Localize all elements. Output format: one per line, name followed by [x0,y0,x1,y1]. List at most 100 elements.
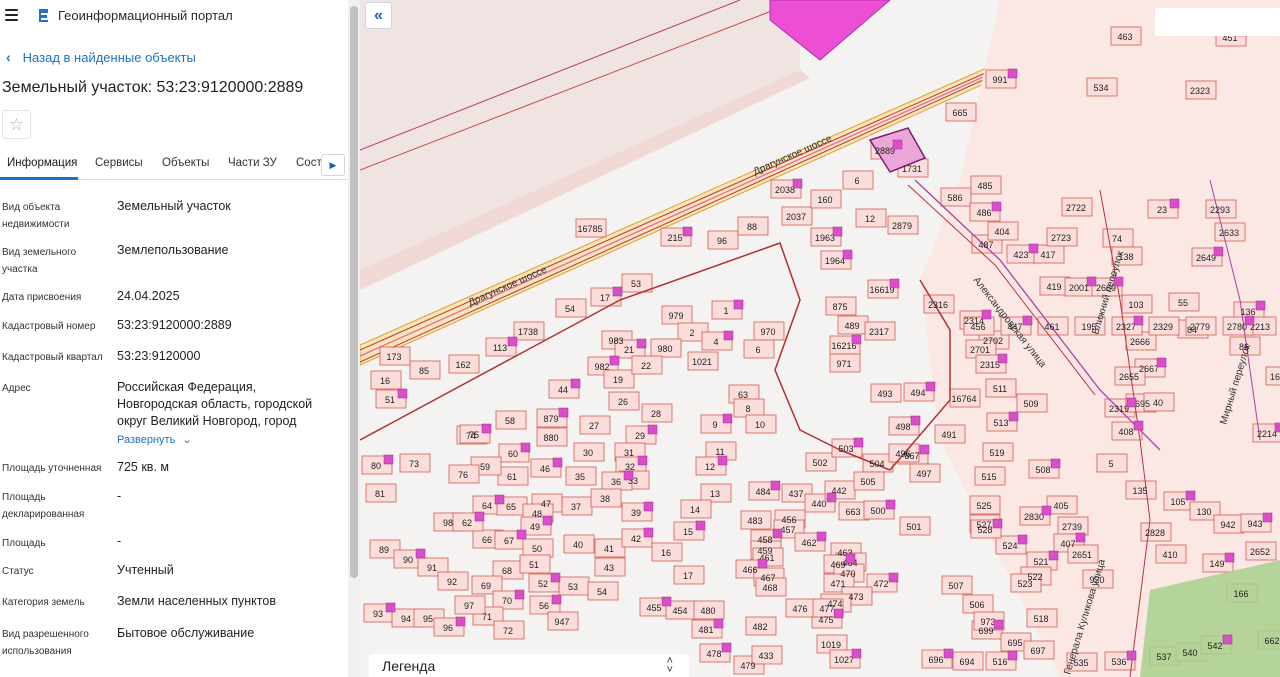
parcel-number-label: 534 [1093,83,1108,93]
parcel-number-label: 44 [558,385,568,395]
parcel-number-label: 493 [877,389,892,399]
parcel-number-label: 2327 [1116,322,1136,332]
tab-composition[interactable]: Соста... [296,157,324,169]
parcel-number-label: 60 [508,449,518,459]
address-expand-link[interactable]: Развернуть ⌄ [117,433,192,446]
panel-scrollbar[interactable] [348,0,360,677]
parcel-number-label: 943 [1247,519,1262,529]
parcel-number-label: 47 [541,499,551,509]
parcel-number-label: 405 [1053,501,1068,511]
building-footprint [623,470,634,481]
parcel-number-label: 475 [818,615,833,625]
attr-label-date: Дата присвоения [2,292,82,303]
parcel-number-label: 53 [568,582,578,592]
parcel-number-label: 973 [980,617,995,627]
parcel-number-label: 2316 [928,300,948,310]
attr-value-cadastral-number: 53:23:9120000:2889 [117,318,232,332]
parcel-number-label: 477 [819,604,834,614]
cadastral-map[interactable]: Драгунское шоссе Драгунское шоссе Алекса… [360,0,1280,677]
expand-collapse-icon: ˄ ˅ [666,655,673,676]
parcel-number-label: 2723 [1051,233,1071,243]
parcel-number-label: 72 [503,626,513,636]
parcel-number-label: 95 [423,614,433,624]
parcel-number-label: 518 [1033,614,1048,624]
tab-objects[interactable]: Объекты [162,157,209,169]
tab-info[interactable]: Информация [7,157,77,169]
parcel-number-label: 39 [631,508,641,518]
parcel-number-label: 173 [386,352,401,362]
parcel-number-label: 2666 [1130,337,1150,347]
parcel-number-label: 55 [1178,298,1188,308]
parcel-number-label: 10 [755,420,765,430]
tab-bar: Информация Сервисы Объекты Части ЗУ Сост… [0,150,348,180]
parcel-number-label: 97 [464,601,474,611]
legend-toggle[interactable]: Легенда ˄ ˅ [369,654,689,677]
parcel-number-label: 455 [646,603,661,613]
parcel-number-label: 91 [427,563,437,573]
attr-value-area-refined: 725 кв. м [117,460,169,474]
building-footprint [851,648,862,659]
building-footprint [643,501,654,512]
attr-value-permitted-use: Бытовое обслуживание [117,626,255,640]
parcel-number-label: 697 [1030,646,1045,656]
parcel-number-label: 502 [812,458,827,468]
parcel-number-label: 1027 [834,655,854,665]
back-to-results-link[interactable]: ‹ Назад в найденные объекты [6,49,196,65]
parcel-number-label: 513 [993,418,1008,428]
parcel-number-label: 419 [1046,282,1061,292]
parcel-number-label: 511 [993,384,1007,394]
parcel-number-label: 462 [801,538,816,548]
tabs-scroll-right-button[interactable]: ▶ [321,154,345,176]
building-footprint [695,520,706,531]
favorite-star-button[interactable]: ☆ [2,110,31,139]
parcel-number-label: 160 [817,195,832,205]
parcel-number-label: 468 [762,583,777,593]
building-footprint [481,423,492,434]
expand-label: Развернуть [117,434,176,446]
parcel-number-label: 970 [760,327,775,337]
hamburger-menu-icon[interactable] [5,9,18,21]
parcel-number-label: 942 [1220,520,1235,530]
double-chevron-left-icon: « [374,6,383,24]
portal-title: Геоинформационный портал [58,8,233,23]
tab-services[interactable]: Сервисы [95,157,143,169]
parcel-number-label: 982 [594,362,609,372]
building-footprint [845,553,856,564]
parcel-number-label: 875 [832,302,847,312]
parcel-number-label: 53 [631,279,641,289]
parcel-number-label: 54 [565,304,575,314]
parcel-number-label: 1738 [518,327,538,337]
parcel-number-label: 43 [604,563,614,573]
parcel-number-label: 542 [1207,641,1222,651]
building-footprint [1113,276,1124,287]
parcel-number-label: 52 [538,579,548,589]
parcel-number-label: 92 [447,577,457,587]
collapse-panel-button[interactable]: « [365,2,392,29]
parcel-number-label: 89 [379,545,389,555]
parcel-number-label: 135 [1132,486,1147,496]
parcel-number-label: 1963 [815,233,835,243]
map-search-box[interactable] [1155,8,1280,36]
map-canvas[interactable]: Драгунское шоссе Драгунское шоссе Алекса… [360,0,1280,677]
parcel-number-label: 503 [838,444,853,454]
parcel-number-label: 30 [583,448,593,458]
parcel-number-label: 32 [625,462,635,472]
parcel-number-label: 16 [380,376,390,386]
building-footprint [993,619,1004,630]
parcel-number-label: 540 [1182,648,1197,658]
building-footprint [636,338,647,349]
scrollbar-thumb[interactable] [350,6,358,578]
parcel-number-label: 440 [811,499,826,509]
parcel-number-label: 29 [635,431,645,441]
parcel-number-label: 6 [755,345,760,355]
parcel-number-label: 407 [1060,539,1075,549]
parcel-number-label: 1019 [821,640,841,650]
parcel-number-label: 51 [529,560,539,570]
parcel-number-label: 90 [403,555,413,565]
parcel-number-label: 48 [532,509,542,519]
tab-parts[interactable]: Части ЗУ [228,157,277,169]
parcel-number-label: 487 [978,240,993,250]
parcel-number-label: 417 [1040,250,1055,260]
attr-label-status: Статус [2,566,34,577]
building-footprint [1075,532,1086,543]
